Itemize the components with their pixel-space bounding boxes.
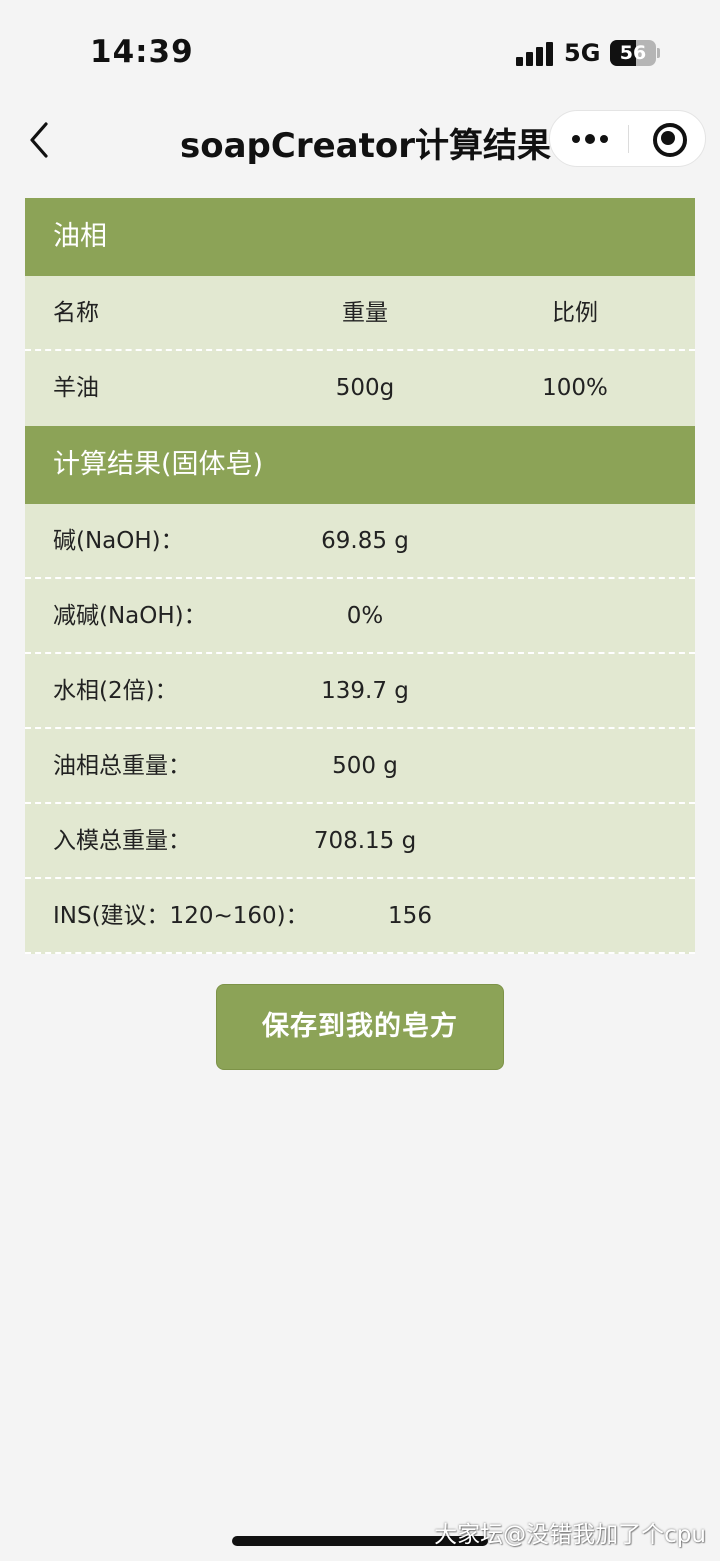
watermark: 大家坛@没错我加了个cpu (434, 1522, 706, 1548)
result-label: 水相(2倍)： (53, 678, 178, 704)
back-button[interactable] (24, 118, 64, 162)
page-title: soapCreator计算结果 (180, 126, 551, 166)
screen: 14:39 5G 56 soapCreator计算结果 油相 名称 重量 比例 … (0, 0, 720, 1561)
oil-section-header: 油相 (25, 198, 695, 276)
result-row-mold-total: 入模总重量： 708.15 g (25, 804, 695, 879)
result-label: 减碱(NaOH)： (53, 603, 207, 629)
network-type: 5G (564, 39, 601, 67)
result-row-lye-discount: 减碱(NaOH)： 0% (25, 579, 695, 654)
close-button[interactable] (629, 111, 705, 166)
result-row-ins: INS(建议：120~160)： 156 (25, 879, 695, 954)
column-header-weight: 重量 (342, 300, 388, 326)
result-row-oil-total: 油相总重量： 500 g (25, 729, 695, 804)
result-value: 139.7 g (321, 678, 409, 704)
result-section-header: 计算结果(固体皂) (25, 426, 695, 504)
oil-name: 羊油 (53, 375, 99, 401)
result-label: INS(建议：120~160)： (53, 903, 309, 929)
result-value: 0% (346, 603, 384, 629)
result-value: 708.15 g (313, 828, 417, 854)
mini-program-capsule (549, 110, 706, 167)
result-value: 69.85 g (321, 528, 409, 554)
battery-level: 56 (619, 42, 647, 64)
nav-bar: soapCreator计算结果 (0, 100, 720, 186)
result-row-lye: 碱(NaOH)： 69.85 g (25, 504, 695, 579)
oil-row: 羊油 500g 100% (25, 351, 695, 426)
battery-icon: 56 (610, 40, 656, 66)
column-header-name: 名称 (53, 300, 99, 326)
status-bar: 14:39 5G 56 (0, 0, 720, 100)
status-time: 14:39 (90, 34, 194, 70)
battery-tip (657, 48, 660, 58)
more-button[interactable] (550, 111, 628, 166)
result-card: 油相 名称 重量 比例 羊油 500g 100% 计算结果(固体皂) 碱(NaO… (25, 198, 695, 954)
result-label: 入模总重量： (53, 828, 191, 854)
oil-weight: 500g (335, 375, 395, 401)
result-label: 油相总重量： (53, 753, 191, 779)
oil-ratio: 100% (542, 375, 608, 401)
result-value: 156 (388, 903, 432, 929)
result-row-water: 水相(2倍)： 139.7 g (25, 654, 695, 729)
result-label: 碱(NaOH)： (53, 528, 184, 554)
oil-table-header: 名称 重量 比例 (25, 276, 695, 351)
save-recipe-button[interactable]: 保存到我的皂方 (216, 984, 504, 1070)
signal-strength-icon (516, 42, 554, 66)
result-value: 500 g (332, 753, 398, 779)
column-header-ratio: 比例 (552, 300, 598, 326)
chevron-left-icon (30, 122, 48, 158)
